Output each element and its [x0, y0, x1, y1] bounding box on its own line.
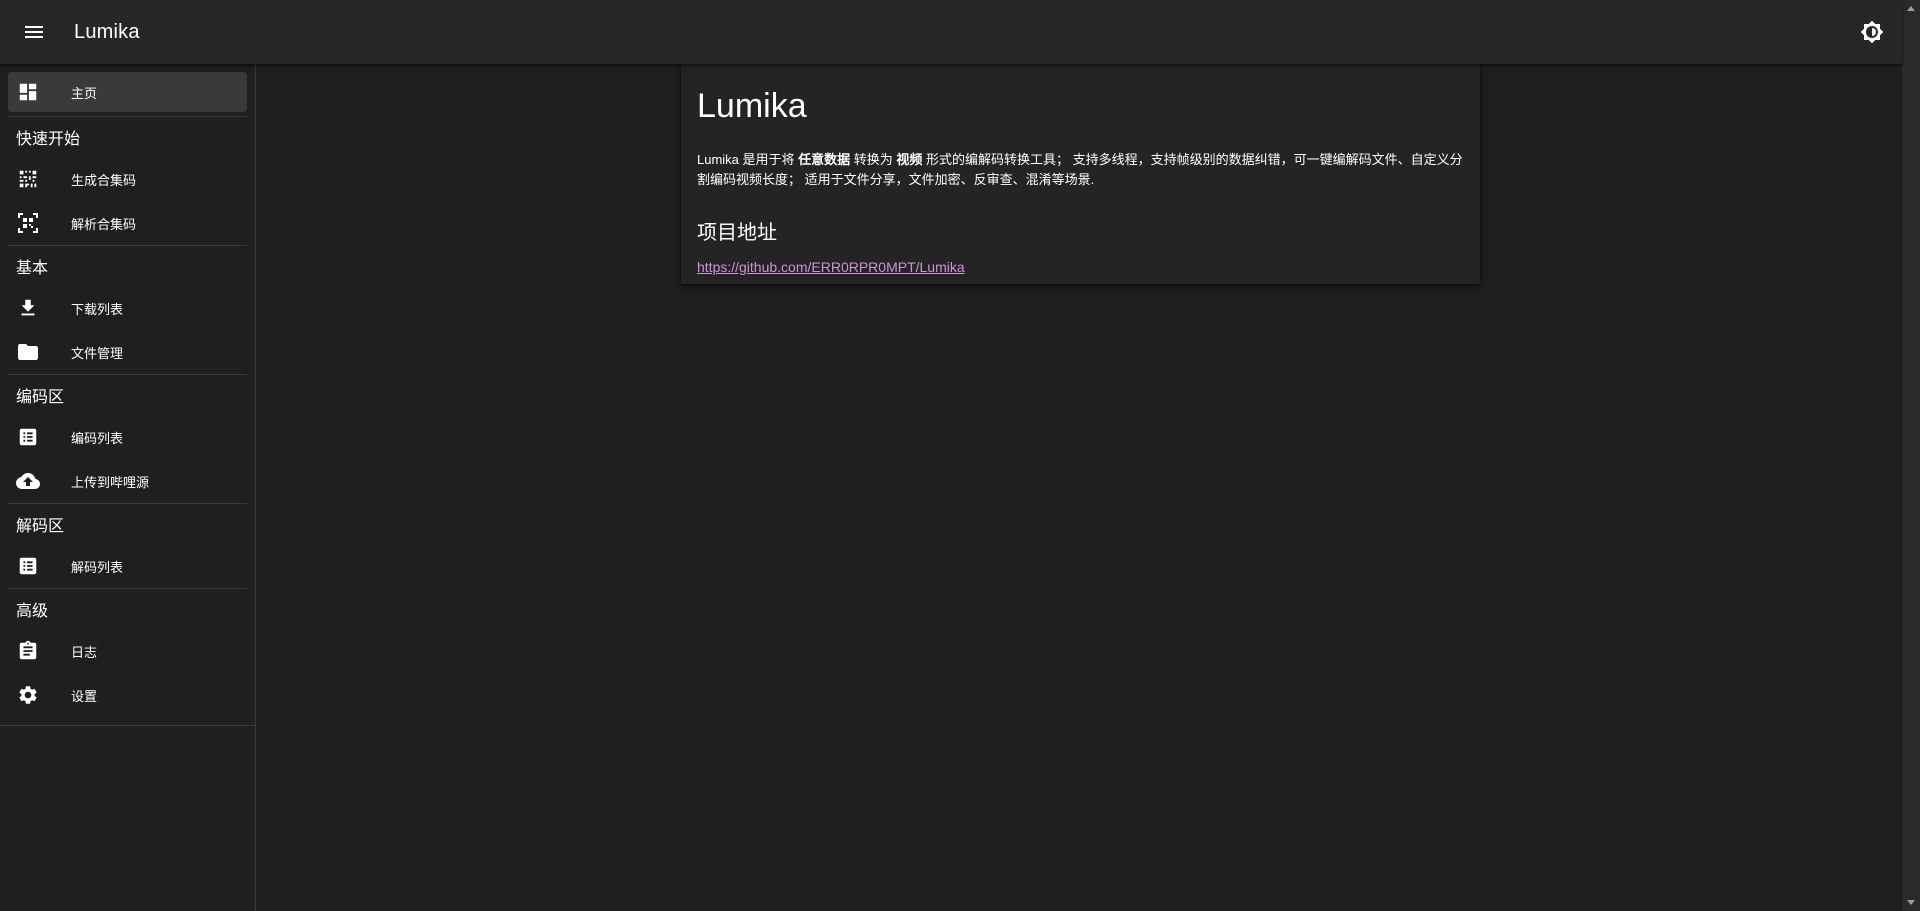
- divider: [0, 725, 255, 726]
- theme-toggle-button[interactable]: [1852, 12, 1892, 52]
- section-header-decode: 解码区: [16, 518, 65, 535]
- sidebar-item-label: 下载列表: [71, 301, 124, 317]
- section-header-advanced: 高级: [16, 603, 49, 620]
- intro-card: Lumika Lumika 是用于将 任意数据 转换为 视频 形式的编解码转换工…: [681, 64, 1480, 284]
- sidebar-item-file-management[interactable]: 文件管理: [8, 330, 247, 374]
- page-scrollbar[interactable]: [1902, 0, 1920, 911]
- download-icon: [16, 296, 40, 320]
- sidebar-item-logs[interactable]: 日志: [8, 629, 247, 673]
- clipboard-icon: [16, 639, 40, 663]
- sidebar-item-label: 文件管理: [71, 345, 124, 361]
- gear-icon: [16, 683, 40, 707]
- sidebar-item-label: 日志: [71, 644, 98, 660]
- section-header-basic: 基本: [16, 260, 49, 277]
- sidebar-item-label: 主页: [71, 85, 98, 101]
- sidebar-item-generate-collection-code[interactable]: 生成合集码: [8, 157, 247, 201]
- qr-scan-icon: [16, 211, 40, 235]
- cloud-upload-icon: [16, 469, 40, 493]
- page-title: Lumika: [697, 87, 807, 125]
- app-root: Lumika 主页 快速开始 生成合集码 解析合集码 基本 下载列表 文件管理 …: [0, 0, 1920, 911]
- sidebar-item-label: 生成合集码: [71, 172, 137, 188]
- folder-icon: [16, 340, 40, 364]
- sidebar-item-encode-list[interactable]: 编码列表: [8, 415, 247, 459]
- sidebar-item-label: 上传到哔哩源: [71, 474, 150, 490]
- description-text: 转换为: [850, 152, 897, 167]
- list-icon: [16, 554, 40, 578]
- sidebar-item-home[interactable]: 主页: [8, 72, 247, 112]
- project-address-heading: 项目地址: [697, 222, 777, 244]
- description-emphasis: 任意数据: [798, 152, 851, 167]
- dashboard-icon: [16, 80, 40, 104]
- project-link[interactable]: https://github.com/ERR0RPR0MPT/Lumika: [697, 259, 965, 275]
- sidebar-item-label: 解析合集码: [71, 216, 137, 232]
- section-header-encode: 编码区: [16, 389, 65, 406]
- sidebar-item-label: 解码列表: [71, 559, 124, 575]
- sidebar-item-parse-collection-code[interactable]: 解析合集码: [8, 201, 247, 245]
- sidebar-item-download-list[interactable]: 下载列表: [8, 286, 247, 330]
- app-title: Lumika: [74, 20, 140, 43]
- sidebar-item-decode-list[interactable]: 解码列表: [8, 544, 247, 588]
- project-description: Lumika 是用于将 任意数据 转换为 视频 形式的编解码转换工具； 支持多线…: [697, 150, 1467, 190]
- description-text: Lumika 是用于将: [697, 152, 799, 167]
- sidebar-item-upload-bilibili[interactable]: 上传到哔哩源: [8, 459, 247, 503]
- scroll-up-arrow-icon[interactable]: [1907, 6, 1915, 11]
- qr-generate-icon: [16, 167, 40, 191]
- section-header-quickstart: 快速开始: [16, 131, 81, 148]
- sidebar-item-settings[interactable]: 设置: [8, 673, 247, 717]
- description-emphasis: 视频: [896, 152, 923, 167]
- app-bar: Lumika: [0, 0, 1902, 64]
- brightness-icon: [1860, 20, 1884, 44]
- sidebar: 主页 快速开始 生成合集码 解析合集码 基本 下载列表 文件管理 编码区 编码列…: [0, 64, 256, 911]
- scroll-down-arrow-icon[interactable]: [1907, 900, 1915, 905]
- menu-icon: [25, 26, 43, 38]
- sidebar-item-label: 编码列表: [71, 430, 124, 446]
- list-icon: [16, 425, 40, 449]
- sidebar-item-label: 设置: [71, 688, 98, 704]
- menu-button[interactable]: [14, 12, 54, 52]
